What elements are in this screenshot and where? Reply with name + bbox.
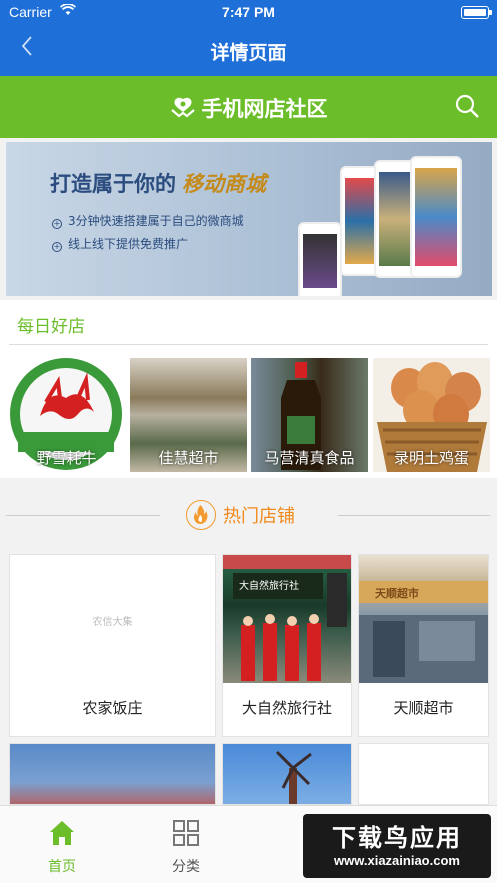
banner-line-2: + 线上线下提供免费推广 — [52, 235, 188, 252]
placeholder-logo: 农信大集 — [92, 617, 133, 628]
home-icon — [50, 821, 74, 845]
promo-banner[interactable]: 打造属于你的 移动商城 +3分钟快速搭建属于自己的微商城 + 线上线下提供免费推广 — [6, 142, 492, 296]
daily-shops-title: 每日好店 — [17, 317, 85, 337]
shop-placeholder-image: 农信大集 — [10, 555, 215, 683]
banner-headline: 打造属于你的 移动商城 — [50, 168, 266, 198]
shop-photo — [10, 744, 215, 804]
hot-shop-card[interactable]: 天顺超市 天顺超市 — [358, 554, 489, 737]
battery-tip — [489, 10, 492, 15]
travel-agency-photo: 大自然旅行社 — [223, 555, 351, 683]
phone-illustration — [410, 156, 462, 278]
banner-line-1-text: 3分钟快速搭建属于自己的微商城 — [68, 214, 244, 228]
daily-shop-card[interactable]: 马营清真食品 — [251, 358, 368, 472]
divider — [6, 515, 160, 516]
plus-circle-icon: + — [52, 219, 62, 229]
banner-line-1: +3分钟快速搭建属于自己的微商城 — [52, 212, 244, 229]
hot-shop-name: 天顺超市 — [393, 699, 454, 717]
hot-shop-card[interactable] — [358, 743, 489, 805]
phone-illustration — [298, 222, 342, 296]
tab-home-label: 首页 — [48, 859, 76, 875]
supermarket-photo: 天顺超市 — [359, 555, 488, 683]
daily-shop-name: 佳慧超市 — [158, 449, 219, 467]
hot-shop-card[interactable]: 大自然旅行社 大自然旅行社 — [222, 554, 352, 737]
handshake-logo-icon — [170, 96, 196, 125]
watermark-logo: 下载鸟应用 www.xiazainiao.com — [303, 814, 491, 878]
page-title: 详情页面 — [210, 42, 287, 64]
daily-shop-card[interactable]: 佳慧超市 — [130, 358, 247, 472]
status-bar: Carrier 7:47 PM — [0, 0, 497, 26]
search-button[interactable] — [454, 93, 480, 123]
shop-sign: 大自然旅行社 — [239, 581, 299, 592]
divider — [338, 515, 490, 516]
brand-title-text: 手机网店社区 — [201, 97, 328, 121]
clock: 7:47 PM — [222, 4, 275, 20]
tab-category-label: 分类 — [172, 859, 200, 875]
navigation-bar: 详情页面 — [0, 26, 497, 76]
daily-shop-name: 录明土鸡蛋 — [393, 449, 469, 467]
hot-shop-name: 大自然旅行社 — [241, 699, 332, 717]
banner-headline-highlight: 移动商城 — [182, 172, 266, 196]
market-sign: 天顺超市 — [375, 587, 419, 600]
brand-title: 手机网店社区 — [0, 93, 497, 125]
divider — [9, 344, 488, 345]
plus-circle-icon: + — [52, 242, 62, 252]
daily-shop-name: 马营清真食品 — [264, 449, 355, 467]
search-icon — [455, 94, 479, 118]
shop-placeholder-image — [359, 744, 488, 804]
hot-shop-card[interactable] — [222, 743, 352, 805]
hot-shop-card[interactable]: 农信大集 农家饭庄 — [9, 554, 216, 737]
hot-shop-card[interactable] — [9, 743, 216, 805]
brand-bar: 手机网店社区 — [0, 76, 497, 138]
daily-shop-card[interactable]: 野雪耗牛 — [8, 358, 125, 472]
banner-headline-text: 打造属于你的 — [50, 172, 176, 196]
banner-line-2-text: 线上线下提供免费推广 — [68, 237, 189, 251]
fire-icon — [186, 500, 216, 530]
watermark-url: www.xiazainiao.com — [334, 853, 460, 868]
hot-shop-name: 农家饭庄 — [82, 699, 143, 717]
tab-home[interactable]: 首页 — [22, 818, 102, 876]
daily-shop-name: 野雪耗牛 — [36, 449, 97, 467]
tab-category[interactable]: 分类 — [146, 818, 226, 876]
hot-shops-title: 热门店铺 — [223, 506, 295, 527]
windmill-photo — [223, 744, 351, 804]
daily-shops-section: 每日好店 野雪耗牛 佳慧超市 马营清真食品 录明土鸡蛋 — [0, 300, 497, 478]
watermark-big-text: 下载鸟应用 — [332, 824, 462, 852]
grid-icon — [173, 820, 199, 846]
daily-shop-card[interactable]: 录明土鸡蛋 — [373, 358, 490, 472]
hot-shops-header: 热门店铺 — [0, 487, 497, 543]
battery-icon — [461, 6, 489, 19]
